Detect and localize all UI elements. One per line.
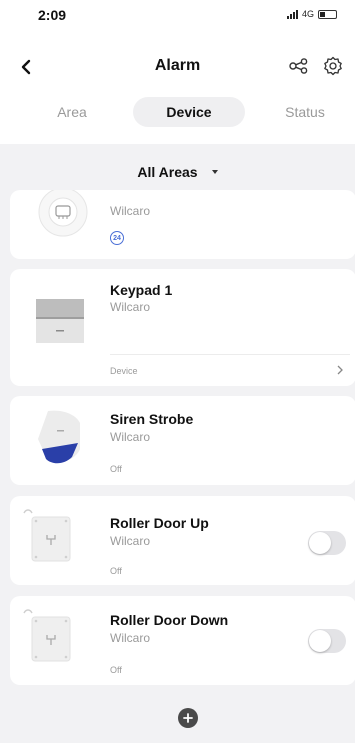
toggle-knob [309, 532, 331, 554]
tab-status[interactable]: Status [275, 97, 335, 127]
area-filter-dropdown[interactable]: All Areas [0, 156, 355, 188]
network-type: 4G [301, 9, 314, 19]
device-card[interactable]: Wilcaro 24 [10, 190, 355, 259]
status-bar: 2:09 4G [0, 0, 355, 44]
device-location: Wilcaro [110, 204, 151, 218]
device-state: Off [110, 566, 122, 576]
divider [110, 354, 350, 355]
tab-device[interactable]: Device [133, 97, 245, 127]
status-time: 2:09 [38, 7, 67, 23]
siren-strobe-icon [38, 410, 80, 464]
segment-tabs: Area Device Status [0, 90, 355, 144]
signal-icon [286, 9, 298, 19]
share-nodes-icon [289, 58, 308, 74]
relay-module-icon [23, 509, 71, 562]
device-toggle[interactable] [308, 531, 346, 555]
device-location: Wilcaro [110, 430, 151, 444]
toggle-knob [309, 630, 331, 652]
device-card[interactable]: Roller Door Down Wilcaro Off [10, 596, 355, 685]
share-button[interactable] [287, 54, 311, 78]
device-location: Wilcaro [110, 534, 151, 548]
device-name: Roller Door Down [110, 612, 229, 628]
device-card[interactable]: Roller Door Up Wilcaro Off [10, 496, 355, 585]
plus-icon [183, 713, 193, 723]
caret-down-icon [211, 170, 218, 174]
device-card[interactable]: Siren Strobe Wilcaro Off [10, 396, 355, 485]
device-toggle[interactable] [308, 629, 346, 653]
keypad-icon [36, 299, 84, 343]
device-location: Wilcaro [110, 300, 151, 314]
tab-area[interactable]: Area [42, 97, 102, 127]
device-state: Off [110, 464, 122, 474]
chevron-right-icon [337, 365, 343, 375]
nav-bar: Alarm [0, 44, 355, 90]
gear-icon [324, 56, 342, 76]
area-filter-label: All Areas [137, 164, 198, 180]
status-indicators: 4G [286, 9, 337, 19]
device-location: Wilcaro [110, 631, 151, 645]
settings-button[interactable] [321, 54, 345, 78]
round-sensor-icon [38, 190, 88, 237]
device-card[interactable]: Keypad 1 Wilcaro Device [10, 269, 355, 386]
battery-icon [318, 9, 337, 19]
device-name: Keypad 1 [110, 282, 173, 298]
device-state: Off [110, 665, 122, 675]
device-name: Siren Strobe [110, 411, 194, 427]
add-device-button[interactable] [178, 708, 198, 728]
device-name: Roller Door Up [110, 515, 209, 531]
zone-badge: 24 [110, 231, 124, 245]
device-link-label: Device [110, 366, 138, 376]
relay-module-icon [23, 609, 71, 662]
